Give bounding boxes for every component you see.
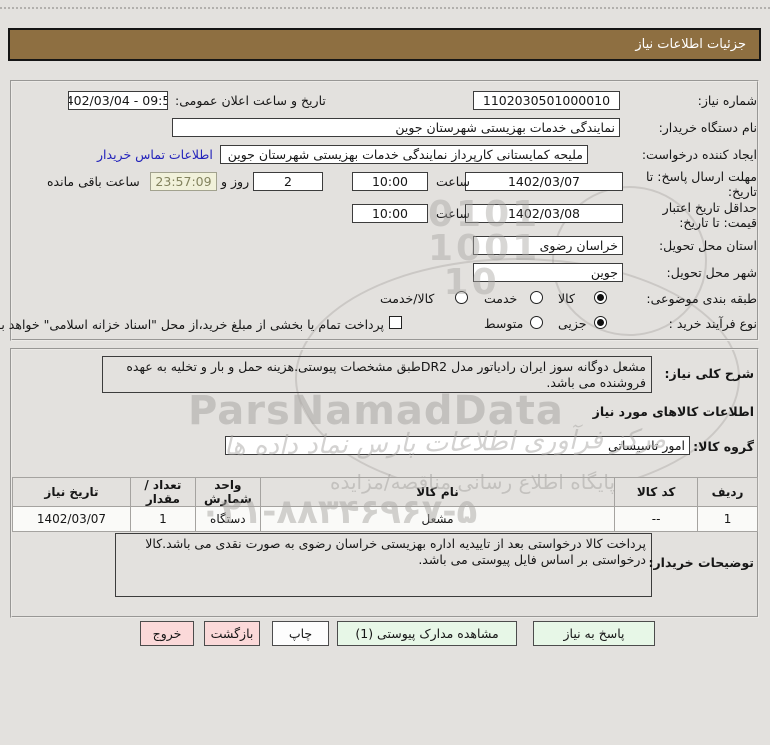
goods-info-heading: اطلاعات کالاهای مورد نیاز bbox=[592, 404, 754, 419]
delivery-city-field[interactable]: جوین bbox=[473, 263, 623, 282]
radio-service-label: خدمت bbox=[484, 291, 518, 306]
need-details-page: 0101 1001 10 ParsNamadData مرکز فرآوری اط… bbox=[0, 0, 770, 745]
page-title-bar: جزئیات اطلاعات نیاز bbox=[8, 28, 761, 61]
radio-minor-label: جزیی bbox=[558, 316, 587, 331]
delivery-province-field[interactable]: خراسان رضوی bbox=[473, 236, 623, 255]
goods-group-field[interactable]: امور تاسیساتی bbox=[225, 436, 690, 455]
radio-goods-service-label: کالا/خدمت bbox=[380, 291, 435, 306]
delivery-province-label: استان محل تحویل: bbox=[658, 238, 757, 253]
goods-table: ردیف کد کالا نام کالا واحد شمارش تعداد /… bbox=[12, 477, 758, 532]
cell-quantity: 1 bbox=[129, 506, 196, 532]
goods-table-row: 1 -- مشعل دستگاه 1 1402/03/07 bbox=[12, 506, 758, 532]
validity-hour-label: ساعت bbox=[436, 206, 471, 221]
radio-goods-label: کالا bbox=[558, 291, 575, 306]
back-button[interactable]: بازگشت bbox=[204, 621, 260, 646]
exit-button[interactable]: خروج bbox=[140, 621, 194, 646]
treasury-checkbox-label: پرداخت تمام یا بخشی از مبلغ خرید،از محل … bbox=[0, 317, 384, 332]
radio-service[interactable] bbox=[530, 291, 543, 304]
deadline-hour-label: ساعت bbox=[436, 174, 471, 189]
col-need-date: تاریخ نیاز bbox=[12, 477, 131, 507]
col-count-unit: واحد شمارش bbox=[194, 477, 261, 507]
goods-group-label: گروه کالا: bbox=[693, 439, 754, 454]
radio-medium[interactable] bbox=[530, 316, 543, 329]
buyer-notes-box: پرداخت کالا درخواستی بعد از تاییدیه ادار… bbox=[115, 533, 652, 597]
reply-deadline-date-field[interactable]: 1402/03/07 bbox=[465, 172, 623, 191]
buyer-org-field[interactable]: نمایندگی خدمات بهزیستی شهرستان جوین bbox=[172, 118, 620, 137]
hours-remaining-label: ساعت باقی مانده bbox=[47, 174, 140, 189]
classification-label: طبقه بندی موضوعی: bbox=[646, 291, 757, 306]
buyer-org-label: نام دستگاه خریدار: bbox=[658, 120, 757, 135]
treasury-checkbox[interactable] bbox=[389, 316, 402, 329]
goods-table-header-row: ردیف کد کالا نام کالا واحد شمارش تعداد /… bbox=[12, 477, 758, 507]
buyer-notes-label: توضیحات خریدار: bbox=[648, 555, 754, 570]
request-creator-label: ایجاد کننده درخواست: bbox=[641, 147, 757, 162]
decorative-dotted-line bbox=[0, 7, 770, 9]
process-type-label: نوع فرآیند خرید : bbox=[668, 316, 757, 331]
radio-goods-service[interactable] bbox=[455, 291, 468, 304]
countdown-timer: 23:57:09 bbox=[150, 172, 217, 191]
view-attached-docs-button[interactable]: مشاهده مدارک پیوستی (1) bbox=[337, 621, 517, 646]
announce-datetime-label: تاریخ و ساعت اعلان عمومی: bbox=[175, 93, 326, 108]
need-number-field[interactable]: 1102030501000010 bbox=[473, 91, 620, 110]
cell-count-unit: دستگاه bbox=[194, 506, 261, 532]
price-validity-hour-field[interactable]: 10:00 bbox=[352, 204, 428, 223]
col-goods-name: نام کالا bbox=[259, 477, 616, 507]
need-number-label: شماره نیاز: bbox=[697, 93, 757, 108]
delivery-city-label: شهر محل تحویل: bbox=[666, 265, 757, 280]
print-button[interactable]: چاپ bbox=[272, 621, 329, 646]
radio-minor[interactable] bbox=[594, 316, 607, 329]
col-quantity: تعداد / مقدار bbox=[129, 477, 196, 507]
cell-need-date: 1402/03/07 bbox=[12, 506, 131, 532]
cell-goods-code: -- bbox=[614, 506, 699, 532]
col-goods-code: کد کالا bbox=[614, 477, 699, 507]
reply-deadline-label: مهلت ارسال پاسخ: تا تاریخ: bbox=[646, 169, 757, 199]
days-and-label: روز و bbox=[221, 174, 250, 189]
remaining-days-field[interactable]: 2 bbox=[253, 172, 323, 191]
price-validity-date-field[interactable]: 1402/03/08 bbox=[465, 204, 623, 223]
col-row-number: ردیف bbox=[697, 477, 758, 507]
need-description-label: شرح کلی نیاز: bbox=[664, 366, 754, 381]
need-description-box: مشعل دوگانه سوز ایران رادیاتور مدل DR2طب… bbox=[102, 356, 652, 393]
reply-deadline-hour-field[interactable]: 10:00 bbox=[352, 172, 428, 191]
buyer-contact-link[interactable]: اطلاعات تماس خریدار bbox=[97, 147, 213, 162]
announce-datetime-field[interactable]: 1402/03/04 - 09:50 bbox=[68, 91, 168, 110]
respond-to-need-button[interactable]: پاسخ به نیاز bbox=[533, 621, 655, 646]
cell-row-number: 1 bbox=[697, 506, 758, 532]
radio-goods[interactable] bbox=[594, 291, 607, 304]
cell-goods-name: مشعل bbox=[259, 506, 616, 532]
radio-medium-label: متوسط bbox=[484, 316, 524, 331]
page-title: جزئیات اطلاعات نیاز bbox=[635, 37, 746, 52]
price-validity-label: حداقل تاریخ اعتبار قیمت: تا تاریخ: bbox=[662, 200, 757, 230]
request-creator-field[interactable]: ملیحه کمایستانی کارپرداز نمایندگی خدمات … bbox=[220, 145, 588, 164]
